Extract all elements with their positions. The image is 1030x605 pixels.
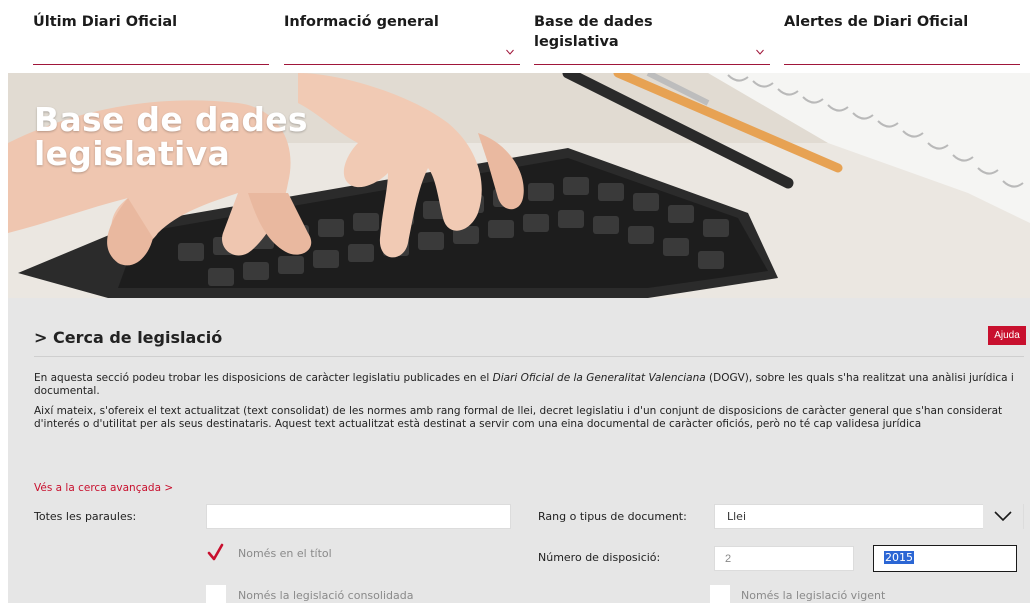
consolidated-label: Només la legislació consolidada	[238, 589, 414, 602]
nav-item-alertes-diari-oficial[interactable]: Alertes de Diari Oficial	[784, 12, 1020, 65]
doc-type-value: Llei	[727, 510, 747, 523]
divider	[34, 356, 1024, 357]
intro-paragraph-2: Així mateix, s'ofereix el text actualitz…	[34, 405, 1003, 430]
in-force-label: Només la legislació vigent	[741, 589, 886, 602]
nav-item-informacio-general[interactable]: Informació general	[284, 12, 520, 65]
nav-item-base-de-dades-legislativa[interactable]: Base de dades legislativa	[534, 12, 770, 65]
nav-item-label: Informació general	[284, 14, 439, 30]
intro-text: En aquesta secció podeu trobar les dispo…	[34, 372, 1024, 438]
doc-type-select[interactable]: Llei	[714, 504, 1024, 529]
doc-type-label: Rang o tipus de document:	[538, 510, 687, 523]
year-value: 2015	[884, 551, 914, 564]
search-panel: > Cerca de legislació Ajuda En aquesta s…	[8, 298, 1030, 605]
title-only-label: Només en el títol	[238, 547, 332, 560]
intro-text-before: En aquesta secció podeu trobar les dispo…	[34, 372, 493, 384]
intro-paragraph: En aquesta secció podeu trobar les dispo…	[34, 372, 1024, 398]
page-title: > Cerca de legislació	[34, 328, 223, 347]
all-words-input[interactable]	[206, 504, 511, 529]
hero-title: Base de dades legislativa	[34, 100, 308, 173]
title-only-checkbox[interactable]	[206, 543, 226, 563]
in-force-checkbox[interactable]	[710, 585, 730, 605]
consolidated-checkbox[interactable]	[206, 585, 226, 605]
top-navigation: Últim Diari Oficial Informació general B…	[0, 0, 1030, 72]
year-input[interactable]: 2015	[873, 545, 1017, 572]
chevron-down-icon	[983, 504, 1023, 529]
disposition-number-input[interactable]	[714, 546, 854, 571]
help-button[interactable]: Ajuda	[988, 326, 1026, 345]
nav-item-ultim-diari-oficial[interactable]: Últim Diari Oficial	[33, 12, 269, 65]
nav-item-label: Base de dades legislativa	[534, 14, 653, 50]
disposition-number-label: Número de disposició:	[538, 551, 661, 564]
advanced-search-link[interactable]: Vés a la cerca avançada >	[34, 482, 173, 494]
chevron-down-icon	[756, 48, 764, 56]
checkmark-icon	[207, 543, 224, 561]
nav-item-label: Últim Diari Oficial	[33, 14, 178, 30]
chevron-down-icon	[506, 48, 514, 56]
intro-text-italic: Diari Oficial de la Generalitat Valencia…	[492, 372, 706, 384]
hero-banner: Base de dades legislativa	[8, 73, 1030, 298]
all-words-label: Totes les paraules:	[34, 510, 137, 523]
nav-item-label: Alertes de Diari Oficial	[784, 14, 969, 30]
